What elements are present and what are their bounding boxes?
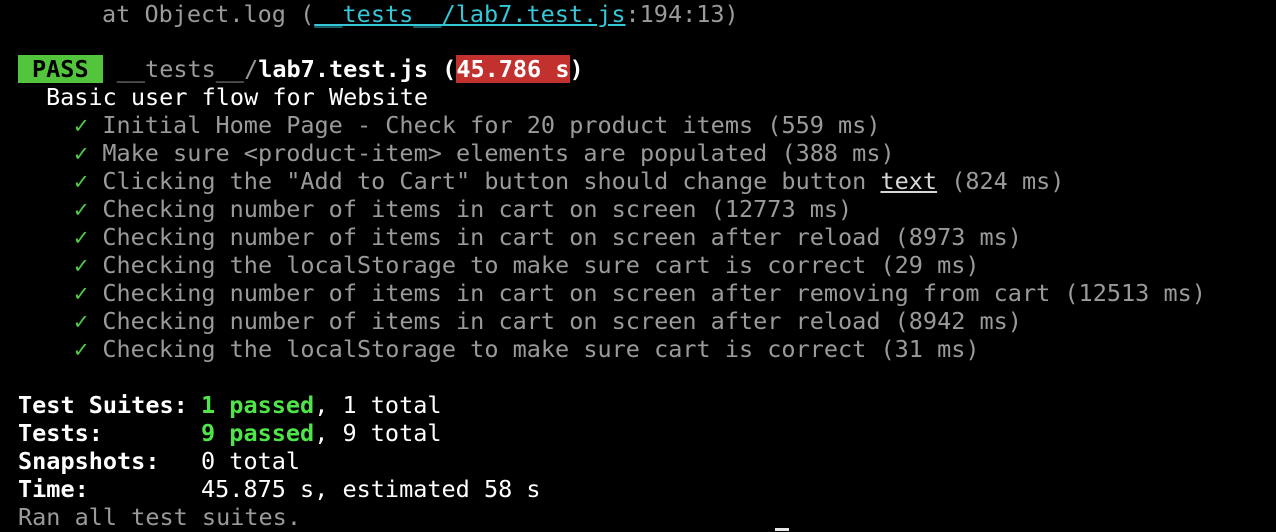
test-row: ✓ Checking the localStorage to make sure… [74,251,980,279]
paren-open: ( [428,55,457,83]
check-icon: ✓ [74,251,89,279]
test-row: ✓ Clicking the "Add to Cart" button shou… [74,167,1064,195]
test-name: Checking number of items in cart on scre… [102,307,881,335]
check-icon: ✓ [74,307,89,335]
check-icon: ✓ [74,279,89,307]
test-duration: (8942 ms) [894,307,1022,335]
passed-count: 1 passed [201,391,315,419]
summary-snapshots: Snapshots: 0 total [18,447,300,475]
test-row: ✓ Make sure <product-item> elements are … [74,139,895,167]
summary-label: Snapshots: [18,447,160,475]
test-file-name: lab7.test.js [258,55,429,83]
paren-close: ) [569,55,584,83]
test-row: ✓ Initial Home Page - Check for 20 produ… [74,111,880,139]
test-name: Make sure <product-item> elements are po… [102,139,768,167]
stack-trace-suffix: :194:13) [625,0,739,28]
test-row: ✓ Checking number of items in cart on sc… [74,195,852,223]
test-duration: (31 ms) [880,335,980,363]
test-name: Checking number of items in cart on scre… [102,223,881,251]
check-icon: ✓ [74,195,89,223]
test-row: ✓ Checking number of items in cart on sc… [74,223,1022,251]
test-name: Checking the localStorage to make sure c… [102,251,867,279]
test-file-dir: __tests__/ [116,55,259,83]
test-duration: (559 ms) [767,111,881,139]
passed-count: 9 passed [201,419,315,447]
suite-name: Basic user flow for Website [46,83,429,111]
ran-all-message: Ran all test suites. [18,503,301,531]
test-duration: (388 ms) [781,139,895,167]
pass-badge: PASS [18,55,103,83]
test-name: Checking the localStorage to make sure c… [102,335,867,363]
test-duration: (29 ms) [880,251,980,279]
test-row: ✓ Checking the localStorage to make sure… [74,335,980,363]
check-icon: ✓ [74,139,89,167]
slow-duration-badge: 45.786 s [456,55,570,83]
terminal-window[interactable]: at Object.log (__tests__/lab7.test.js:19… [0,0,1276,532]
check-icon: ✓ [74,167,89,195]
test-duration: (824 ms) [951,167,1065,195]
check-icon: ✓ [74,111,89,139]
test-name: Initial Home Page - Check for 20 product… [102,111,754,139]
test-name-underlined-word: text [880,167,938,195]
total-count: , 9 total [314,419,442,447]
test-row: ✓ Checking number of items in cart on sc… [74,279,1206,307]
test-name: Clicking the "Add to Cart" button should… [102,167,881,195]
stack-trace-line: at Object.log (__tests__/lab7.test.js:19… [102,0,739,28]
summary-label: Test Suites: [18,391,188,419]
check-icon: ✓ [74,223,89,251]
summary-time: Time: 45.875 s, estimated 58 s [18,475,541,503]
test-duration: (12513 ms) [1064,279,1206,307]
check-icon: ✓ [74,335,89,363]
terminal-cursor [775,528,789,531]
stack-trace-prefix: at Object.log ( [102,0,315,28]
snapshots-value: 0 total [201,447,301,475]
summary-label: Tests: [18,419,103,447]
test-name: Checking number of items in cart on scre… [102,279,1051,307]
stack-trace-path-link[interactable]: __tests__/lab7.test.js [314,0,625,28]
total-count: , 1 total [314,391,442,419]
summary-label: Time: [18,475,89,503]
summary-tests: Tests: 9 passed, 9 total [18,419,442,447]
time-value: 45.875 s, estimated 58 s [201,475,541,503]
test-name: Checking number of items in cart on scre… [102,195,697,223]
test-duration: (12773 ms) [710,195,853,223]
summary-suites: Test Suites: 1 passed, 1 total [18,391,442,419]
test-row: ✓ Checking number of items in cart on sc… [74,307,1022,335]
test-result-header: PASS __tests__/lab7.test.js (45.786 s) [18,55,584,83]
test-duration: (8973 ms) [894,223,1022,251]
